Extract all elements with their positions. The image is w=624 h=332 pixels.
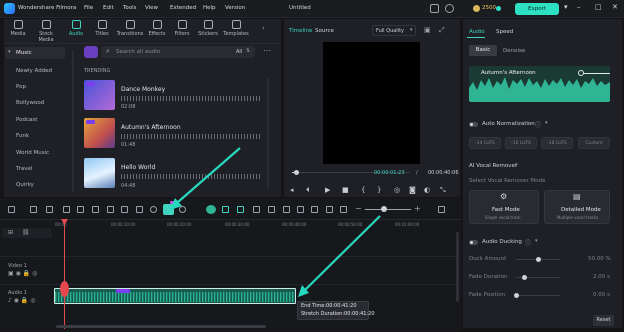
annotation-arrows xyxy=(170,147,381,297)
arrow-to-stretch-tool xyxy=(177,147,241,203)
arrow-to-clip-end xyxy=(304,215,381,291)
